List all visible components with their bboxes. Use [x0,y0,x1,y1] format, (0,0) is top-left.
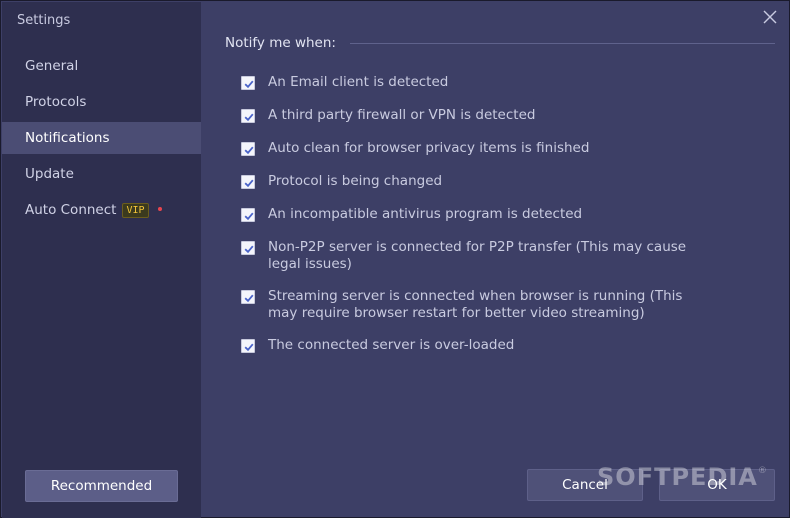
checkmark-icon [244,179,254,188]
option-label: The connected server is over-loaded [268,337,515,353]
section-header: Notify me when: [225,34,775,52]
option-streaming-server[interactable]: Streaming server is connected when brows… [241,288,711,322]
checkmark-icon [244,212,254,221]
window-title: Settings [17,13,71,28]
checkbox[interactable] [241,208,255,222]
notification-dot-icon [157,207,162,211]
sidebar-item-label: Update [25,166,74,182]
sidebar-item-auto-connect[interactable]: Auto Connect VIP [2,194,201,226]
option-server-overloaded[interactable]: The connected server is over-loaded [241,337,711,354]
sidebar: Settings General Protocols Notifications… [2,2,201,518]
checkbox[interactable] [241,339,255,353]
section-title: Notify me when: [225,35,336,51]
sidebar-item-label: Auto Connect [25,202,117,218]
checkmark-icon [244,80,254,89]
checkmark-icon [244,294,254,303]
checkbox[interactable] [241,109,255,123]
checkmark-icon [244,146,254,155]
option-antivirus[interactable]: An incompatible antivirus program is det… [241,206,711,223]
option-email-client[interactable]: An Email client is detected [241,74,711,91]
cancel-button[interactable]: Cancel [527,469,643,501]
option-firewall-vpn[interactable]: A third party firewall or VPN is detecte… [241,107,711,124]
checkmark-icon [244,343,254,352]
option-label: Auto clean for browser privacy items is … [268,140,590,156]
checkbox[interactable] [241,290,255,304]
ok-button[interactable]: OK [659,469,775,501]
option-label: A third party firewall or VPN is detecte… [268,107,536,123]
vip-badge: VIP [122,203,149,218]
option-label: An incompatible antivirus program is det… [268,206,583,222]
option-protocol-changed[interactable]: Protocol is being changed [241,173,711,190]
option-label: Protocol is being changed [268,173,443,189]
checkbox[interactable] [241,241,255,255]
checkmark-icon [244,113,254,122]
divider [349,42,775,44]
sidebar-item-label: Protocols [25,94,87,110]
checkbox[interactable] [241,142,255,156]
option-label: An Email client is detected [268,74,449,90]
close-icon[interactable] [761,8,779,26]
recommended-button[interactable]: Recommended [25,470,178,502]
settings-window: Settings General Protocols Notifications… [0,0,790,518]
option-label: Streaming server is connected when brows… [268,288,683,321]
option-label: Non-P2P server is connected for P2P tran… [268,239,687,272]
sidebar-item-general[interactable]: General [2,50,201,82]
option-non-p2p-server[interactable]: Non-P2P server is connected for P2P tran… [241,239,711,273]
sidebar-item-label: General [25,58,79,74]
sidebar-item-update[interactable]: Update [2,158,201,190]
sidebar-item-notifications[interactable]: Notifications [2,122,201,154]
checkbox[interactable] [241,175,255,189]
checkbox[interactable] [241,76,255,90]
sidebar-item-protocols[interactable]: Protocols [2,86,201,118]
sidebar-item-label: Notifications [25,130,110,146]
checkmark-icon [244,245,254,254]
option-auto-clean[interactable]: Auto clean for browser privacy items is … [241,140,711,157]
